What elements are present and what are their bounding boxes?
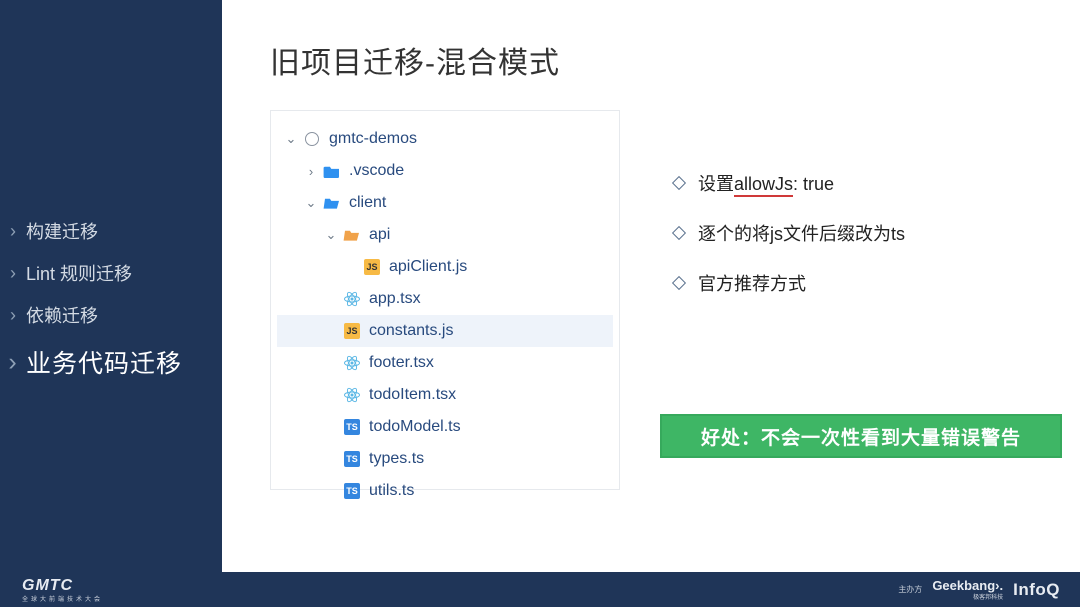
bullet-item: 设置allowJs: true: [674, 170, 1054, 196]
bullet-item: 官方推荐方式: [674, 270, 1054, 296]
tree-label: app.tsx: [369, 290, 421, 308]
nav-label: 业务代码迁移: [26, 344, 182, 380]
tree-label: todoItem.tsx: [369, 386, 456, 404]
slide-title: 旧项目迁移-混合模式: [270, 38, 560, 82]
tree-item-todoitem[interactable]: todoItem.tsx: [277, 379, 613, 411]
geekbang-logo: Geekbang›. 极客邦科技: [932, 578, 1003, 601]
bullet-text: 设置allowJs: true: [698, 170, 834, 196]
tree-item-app[interactable]: app.tsx: [277, 283, 613, 315]
nav-item-lint[interactable]: › Lint 规则迁移: [0, 252, 222, 294]
folder-open-icon: [323, 194, 341, 212]
react-file-icon: [343, 354, 361, 372]
chevron-down-icon: ⌄: [283, 131, 299, 147]
circle-icon: [303, 130, 321, 148]
chevron-right-icon: ›: [303, 164, 319, 179]
chevron-down-icon: ⌄: [303, 195, 319, 211]
file-tree-panel: ⌄ gmtc-demos › .vscode ⌄ client: [270, 110, 620, 490]
tree-label: footer.tsx: [369, 354, 434, 372]
chevron-right-icon: ›: [6, 305, 20, 326]
chevron-right-icon: ›: [6, 263, 20, 284]
nav-list: › 构建迁移 › Lint 规则迁移 › 依赖迁移 › 业务代码迁移: [0, 210, 222, 388]
tree-label: utils.ts: [369, 482, 414, 500]
tree-label: gmtc-demos: [329, 130, 417, 148]
diamond-icon: [672, 176, 686, 190]
tree-root[interactable]: ⌄ gmtc-demos: [277, 123, 613, 155]
chevron-right-icon: ›: [6, 221, 20, 242]
tree-label: client: [349, 194, 386, 212]
tree-item-footer[interactable]: footer.tsx: [277, 347, 613, 379]
nav-item-business[interactable]: › 业务代码迁移: [0, 336, 222, 388]
gmtc-logo: GMTC 全球大前端技术大会: [22, 577, 103, 603]
ts-file-icon: TS: [343, 418, 361, 436]
host-label: 主办方: [898, 584, 922, 595]
callout-text: 好处：不会一次性看到大量错误警告: [701, 423, 1021, 450]
tree-label: apiClient.js: [389, 258, 467, 276]
callout-box: 好处：不会一次性看到大量错误警告: [660, 414, 1062, 458]
nav-label: Lint 规则迁移: [26, 260, 132, 286]
tree-item-todomodel[interactable]: TS todoModel.ts: [277, 411, 613, 443]
js-file-icon: JS: [343, 322, 361, 340]
bullet-text: 逐个的将js文件后缀改为ts: [698, 220, 905, 246]
slide: › 构建迁移 › Lint 规则迁移 › 依赖迁移 › 业务代码迁移 旧项目迁移…: [0, 0, 1080, 607]
diamond-icon: [672, 276, 686, 290]
react-file-icon: [343, 386, 361, 404]
tree-label: api: [369, 226, 390, 244]
nav-item-build[interactable]: › 构建迁移: [0, 210, 222, 252]
sidebar: › 构建迁移 › Lint 规则迁移 › 依赖迁移 › 业务代码迁移: [0, 0, 222, 607]
chevron-right-icon: ›: [6, 348, 20, 377]
nav-label: 依赖迁移: [26, 302, 98, 328]
tree-item-utils[interactable]: TS utils.ts: [277, 475, 613, 507]
bullet-item: 逐个的将js文件后缀改为ts: [674, 220, 1054, 246]
ts-file-icon: TS: [343, 450, 361, 468]
react-file-icon: [343, 290, 361, 308]
footer-right: 主办方 Geekbang›. 极客邦科技 InfoQ: [898, 578, 1060, 601]
js-file-icon: JS: [363, 258, 381, 276]
footer-bar: GMTC 全球大前端技术大会 主办方 Geekbang›. 极客邦科技 Info…: [0, 572, 1080, 607]
folder-open-icon: [343, 226, 361, 244]
nav-item-deps[interactable]: › 依赖迁移: [0, 294, 222, 336]
folder-icon: [323, 162, 341, 180]
file-tree: ⌄ gmtc-demos › .vscode ⌄ client: [271, 111, 619, 523]
bullet-text: 官方推荐方式: [698, 270, 806, 296]
tree-item-client[interactable]: ⌄ client: [277, 187, 613, 219]
ts-file-icon: TS: [343, 482, 361, 500]
tree-item-api[interactable]: ⌄ api: [277, 219, 613, 251]
tree-item-apiclient[interactable]: JS apiClient.js: [277, 251, 613, 283]
bullet-list: 设置allowJs: true 逐个的将js文件后缀改为ts 官方推荐方式: [674, 170, 1054, 320]
tree-label: todoModel.ts: [369, 418, 461, 436]
chevron-down-icon: ⌄: [323, 227, 339, 243]
tree-item-constants[interactable]: JS constants.js: [277, 315, 613, 347]
tree-item-vscode[interactable]: › .vscode: [277, 155, 613, 187]
tree-item-types[interactable]: TS types.ts: [277, 443, 613, 475]
tree-label: types.ts: [369, 450, 424, 468]
tree-label: .vscode: [349, 162, 404, 180]
nav-label: 构建迁移: [26, 218, 98, 244]
tree-label: constants.js: [369, 322, 453, 340]
infoq-logo: InfoQ: [1013, 580, 1060, 600]
diamond-icon: [672, 226, 686, 240]
main-content: 旧项目迁移-混合模式 ⌄ gmtc-demos › .vscode ⌄: [222, 0, 1080, 572]
